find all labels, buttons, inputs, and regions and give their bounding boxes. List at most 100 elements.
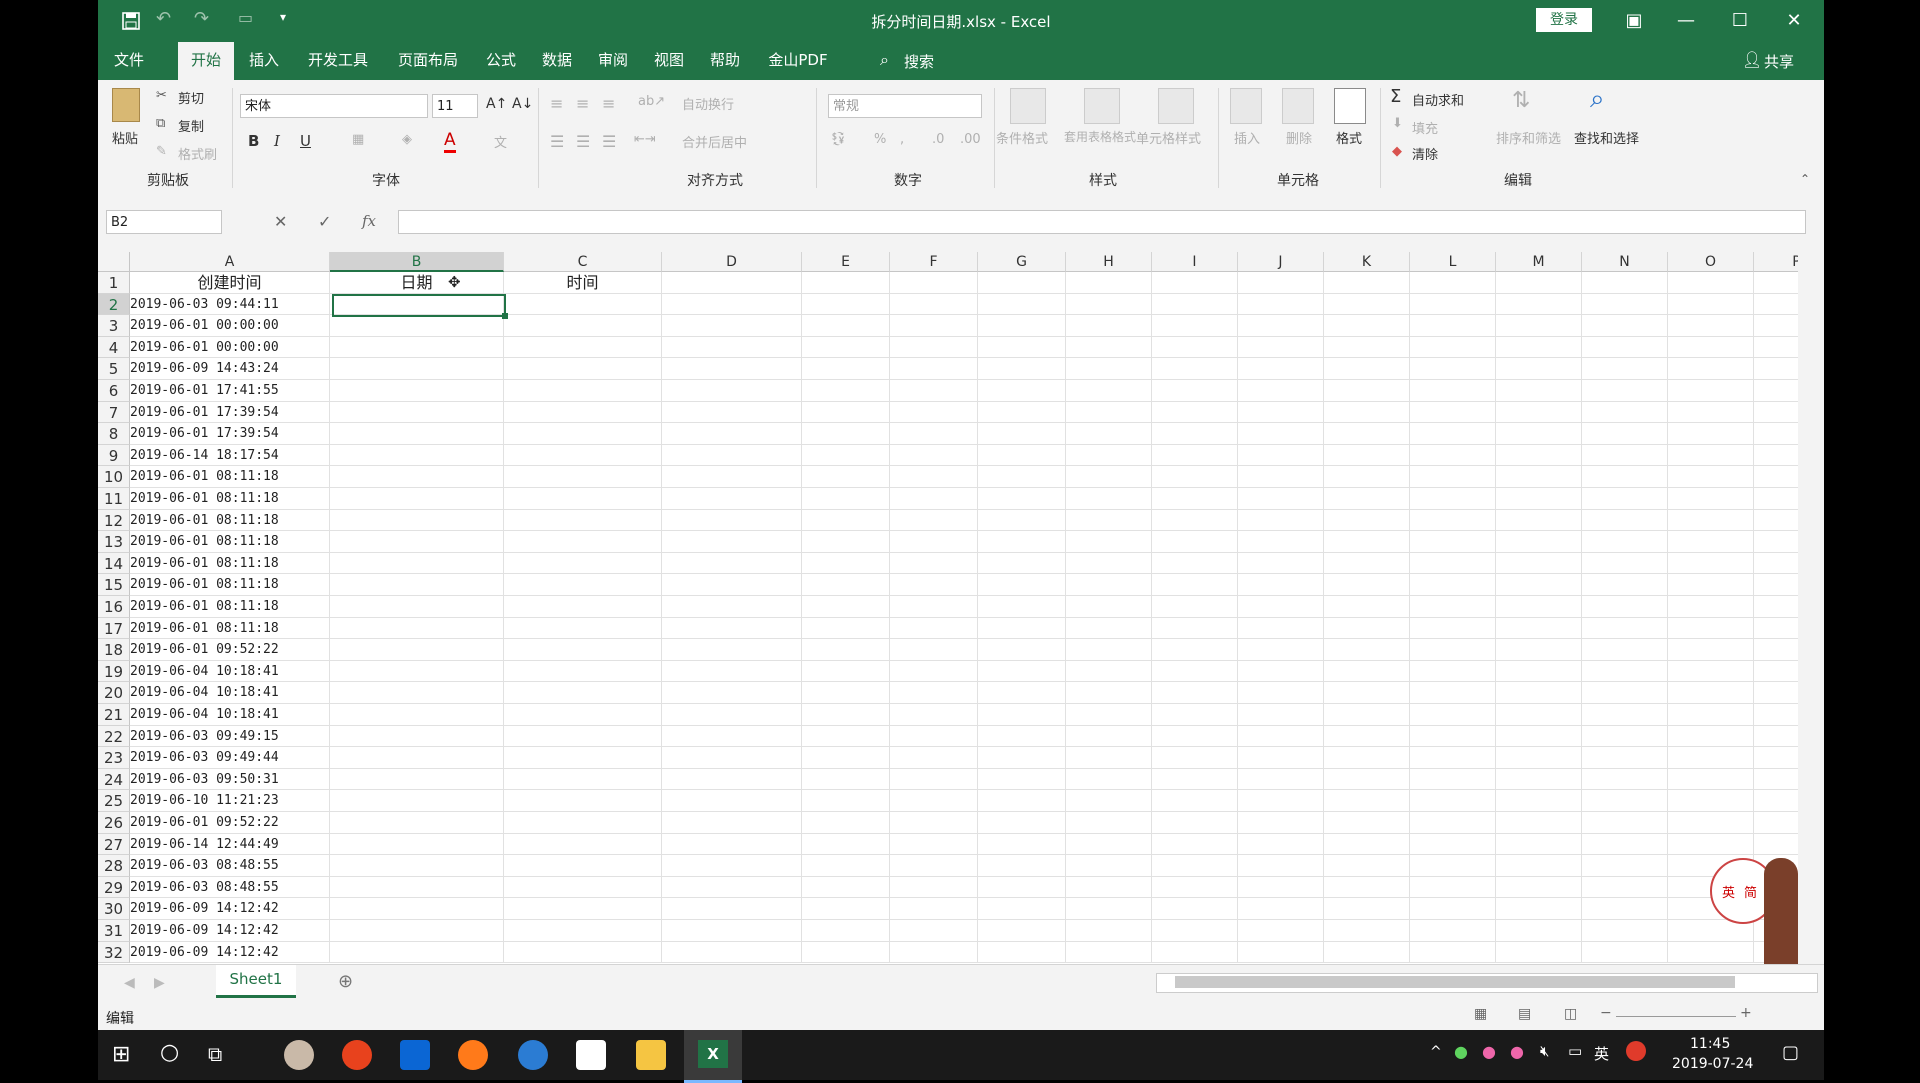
table-cell[interactable] — [1582, 466, 1668, 488]
column-header[interactable]: K — [1324, 252, 1410, 272]
table-cell[interactable] — [1066, 401, 1152, 424]
sort-filter-button[interactable]: 排序和筛选 — [1496, 128, 1561, 147]
row-header[interactable]: 29 — [98, 876, 130, 899]
formula-input[interactable] — [398, 210, 1806, 234]
table-cell[interactable] — [978, 509, 1066, 532]
table-cell[interactable] — [1238, 855, 1324, 877]
table-cell[interactable] — [978, 833, 1066, 856]
table-cell[interactable] — [1582, 531, 1668, 553]
column-header[interactable]: C — [504, 252, 662, 272]
table-cell[interactable] — [1152, 423, 1238, 445]
table-cell[interactable] — [330, 617, 504, 640]
table-cell[interactable] — [1668, 617, 1754, 640]
table-cell[interactable] — [1066, 790, 1152, 812]
table-cell[interactable] — [1496, 790, 1582, 812]
table-cell[interactable] — [1496, 725, 1582, 748]
table-cell[interactable] — [802, 747, 890, 769]
table-cell[interactable] — [662, 898, 802, 920]
network-icon[interactable]: ▭ — [1568, 1042, 1582, 1060]
table-cell[interactable] — [978, 790, 1066, 812]
table-cell[interactable] — [504, 358, 662, 380]
table-cell[interactable] — [504, 293, 662, 316]
table-cell[interactable] — [330, 920, 504, 942]
tab-data[interactable]: 数据 — [536, 42, 578, 80]
table-cell[interactable] — [802, 488, 890, 510]
table-cell[interactable] — [662, 790, 802, 812]
fill-color-icon[interactable]: ◈ — [402, 132, 412, 147]
table-cell[interactable] — [1066, 358, 1152, 380]
table-cell[interactable] — [1152, 660, 1238, 683]
table-cell[interactable] — [662, 596, 802, 618]
table-cell[interactable] — [1410, 423, 1496, 445]
table-cell[interactable] — [978, 725, 1066, 748]
table-cell[interactable] — [890, 315, 978, 337]
table-cell[interactable] — [802, 423, 890, 445]
table-cell[interactable] — [1410, 725, 1496, 748]
table-cell[interactable] — [1668, 790, 1754, 812]
table-cell[interactable] — [504, 423, 662, 445]
table-cell[interactable] — [1066, 315, 1152, 337]
table-cell[interactable] — [1324, 380, 1410, 402]
table-cell[interactable] — [1324, 336, 1410, 359]
table-cell[interactable] — [1066, 898, 1152, 920]
cell-a-value[interactable]: 2019-06-01 09:52:22 — [130, 812, 330, 834]
table-cell[interactable] — [662, 768, 802, 791]
table-cell[interactable] — [978, 401, 1066, 424]
table-cell[interactable] — [330, 747, 504, 769]
table-cell[interactable] — [662, 639, 802, 661]
table-cell[interactable] — [504, 488, 662, 510]
table-cell[interactable] — [662, 660, 802, 683]
clock-date[interactable]: 2019-07-24 — [1672, 1056, 1753, 1072]
table-cell[interactable] — [1582, 423, 1668, 445]
comma-icon[interactable]: , — [900, 132, 904, 147]
cell-a-value[interactable]: 2019-06-01 17:41:55 — [130, 380, 330, 402]
paste-icon[interactable] — [112, 88, 140, 122]
row-header[interactable]: 14 — [98, 552, 130, 575]
table-cell[interactable] — [1582, 509, 1668, 532]
paste-button[interactable]: 粘贴 — [112, 128, 138, 147]
table-cell[interactable] — [802, 358, 890, 380]
cell-a-value[interactable]: 2019-06-09 14:12:42 — [130, 920, 330, 942]
table-cell[interactable] — [978, 466, 1066, 488]
currency-icon[interactable]: 💱︎ — [830, 132, 847, 147]
table-cell[interactable] — [1238, 747, 1324, 769]
table-cell[interactable] — [1668, 401, 1754, 424]
table-cell[interactable] — [1668, 423, 1754, 445]
table-cell[interactable] — [504, 444, 662, 467]
row-header[interactable]: 7 — [98, 401, 130, 424]
table-cell[interactable] — [1238, 466, 1324, 488]
table-cell[interactable] — [1324, 488, 1410, 510]
cell-a-value[interactable]: 2019-06-01 08:11:18 — [130, 596, 330, 618]
table-cell[interactable] — [330, 401, 504, 424]
table-cell[interactable] — [1754, 574, 1798, 596]
table-cell[interactable] — [1582, 596, 1668, 618]
table-cell[interactable] — [1410, 272, 1496, 294]
table-cell[interactable] — [1410, 812, 1496, 834]
table-cell[interactable] — [1324, 833, 1410, 856]
table-cell[interactable] — [1324, 552, 1410, 575]
table-cell[interactable] — [662, 293, 802, 316]
table-cell[interactable] — [1238, 617, 1324, 640]
fill-handle[interactable] — [502, 313, 508, 319]
phonetic-icon[interactable]: 文 — [494, 132, 507, 151]
row-header[interactable]: 13 — [98, 531, 130, 553]
table-cell[interactable] — [1152, 941, 1238, 964]
table-cell[interactable] — [802, 898, 890, 920]
table-cell[interactable] — [330, 509, 504, 532]
table-cell[interactable] — [1238, 315, 1324, 337]
cell-a-value[interactable]: 2019-06-01 08:11:18 — [130, 531, 330, 553]
table-cell[interactable] — [1410, 596, 1496, 618]
table-cell[interactable] — [330, 833, 504, 856]
table-cell[interactable] — [1754, 661, 1798, 683]
normal-view-icon[interactable]: ▦ — [1474, 1006, 1487, 1022]
table-cell[interactable] — [978, 768, 1066, 791]
table-cell[interactable] — [1238, 531, 1324, 553]
table-cell[interactable] — [1582, 855, 1668, 877]
table-cell[interactable] — [890, 444, 978, 467]
tab-view[interactable]: 视图 — [648, 42, 690, 80]
table-cell[interactable] — [1324, 272, 1410, 294]
close-icon[interactable]: ✕ — [1774, 8, 1814, 34]
cell-a-value[interactable]: 2019-06-10 11:21:23 — [130, 790, 330, 812]
cell-a-value[interactable]: 2019-06-01 08:11:18 — [130, 466, 330, 488]
row-header[interactable]: 10 — [98, 466, 130, 488]
